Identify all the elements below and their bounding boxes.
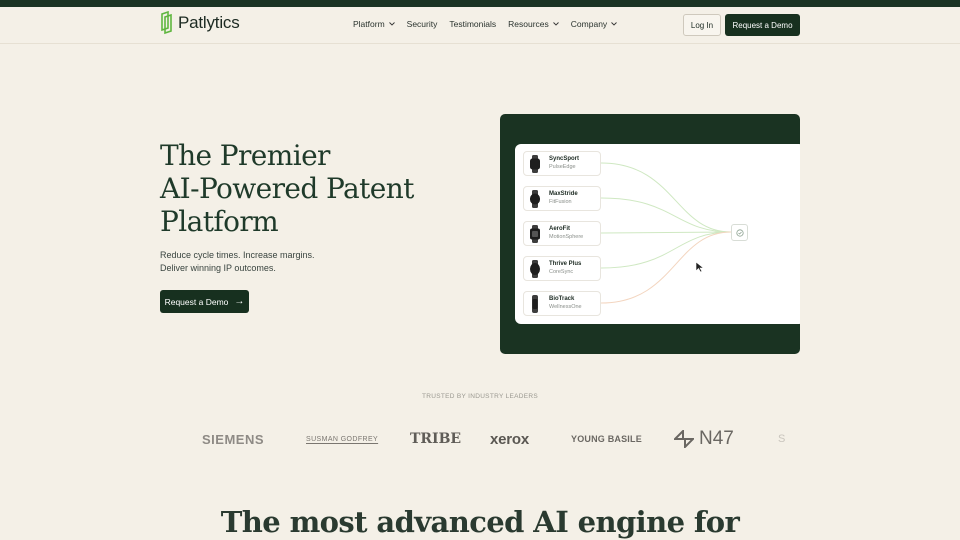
site-header: Patlytics Platform Security Testimonials… [0, 7, 960, 44]
check-circle-icon [735, 228, 744, 237]
product-item[interactable]: MaxStride FitFusion [523, 186, 601, 211]
nav-item-platform[interactable]: Platform [353, 19, 395, 29]
logo-n47: N47 [674, 425, 734, 453]
nav-item-label: Platform [353, 19, 385, 29]
connection-line [600, 197, 732, 233]
hero-title-line: AI-Powered Patent [160, 172, 414, 205]
mouse-cursor-icon [695, 261, 705, 273]
product-brand: FitFusion [549, 199, 572, 205]
logo-partial: S [778, 433, 786, 445]
connection-line [600, 231, 732, 234]
hero-subtitle-line: Reduce cycle times. Increase margins. [160, 250, 315, 260]
logo-xerox: xerox [490, 430, 530, 448]
brand-name: Patlytics [178, 13, 240, 32]
analysis-hub[interactable] [731, 224, 748, 241]
product-name: MaxStride [549, 191, 578, 197]
product-name: SyncSport [549, 156, 580, 162]
nav-item-label: Security [406, 19, 438, 29]
connection-line [600, 162, 732, 233]
patlytics-logo-icon [161, 11, 172, 35]
product-brand: MotionSphere [549, 234, 584, 240]
product-name: AeroFit [549, 226, 570, 232]
main-menu: Platform Security Testimonials Resources… [353, 19, 629, 29]
product-brand: PulseEdge [549, 164, 576, 170]
product-item[interactable]: AeroFit MotionSphere [523, 221, 601, 246]
product-name: Thrive Plus [549, 261, 582, 267]
n47-mark-icon [674, 430, 694, 448]
hero-title: The Premier AI-Powered Patent Platform [160, 139, 414, 238]
smartwatch-icon [530, 224, 540, 243]
customer-logo-strip: SIEMENS SUSMAN GODFREY TRIBE xerox YOUNG… [0, 425, 960, 453]
hero-subtitle-line: Deliver winning IP outcomes. [160, 262, 276, 273]
nav-item-resources[interactable]: Resources [508, 19, 559, 29]
hero-subtitle: Reduce cycle times. Increase margins. De… [160, 249, 315, 274]
nav-item-label: Testimonials [449, 19, 497, 29]
product-visual-panel: SyncSport PulseEdge MaxStride FitFusion … [500, 114, 800, 354]
product-brand: CoreSync [549, 269, 574, 275]
nav-item-security[interactable]: Security [407, 19, 438, 29]
nav-item-testimonials[interactable]: Testimonials [449, 19, 496, 29]
smartwatch-icon [530, 189, 540, 208]
product-mapping-card: SyncSport PulseEdge MaxStride FitFusion … [515, 144, 800, 324]
brand-logo[interactable]: Patlytics [160, 11, 240, 35]
nav-item-label: Company [570, 19, 608, 29]
chevron-down-icon [552, 22, 559, 26]
trusted-by-label: TRUSTED BY INDUSTRY LEADERS [421, 393, 539, 400]
product-name: BioTrack [549, 296, 575, 302]
logo-n47-text: N47 [699, 428, 734, 449]
logo-susman-godfrey: SUSMAN GODFREY [306, 435, 379, 443]
logo-siemens: SIEMENS [202, 431, 265, 447]
nav-item-label: Resources [508, 19, 549, 29]
hero-title-line: Platform [160, 205, 279, 238]
connection-line [600, 231, 732, 269]
hero-cta-label: Request a Demo [164, 296, 229, 307]
arrow-right-icon: → [234, 296, 245, 307]
smartwatch-icon [530, 259, 540, 278]
hero-request-demo-button[interactable]: Request a Demo → [160, 290, 249, 313]
top-announcement-bar [0, 0, 960, 7]
hero-title-line: The Premier [160, 139, 330, 172]
login-button[interactable]: Log In [683, 14, 721, 36]
request-demo-nav-button[interactable]: Request a Demo [725, 14, 800, 36]
nav-item-company[interactable]: Company [570, 19, 618, 29]
chevron-down-icon [611, 22, 618, 26]
smartwatch-icon [530, 154, 540, 173]
logo-tribe: TRIBE [410, 431, 462, 447]
chevron-down-icon [388, 22, 395, 26]
product-brand: WellnessOne [549, 304, 582, 310]
product-item[interactable]: SyncSport PulseEdge [523, 151, 601, 176]
fitness-band-icon [532, 294, 538, 313]
logo-young-basile: YOUNG BASILE [571, 434, 642, 444]
section-title: The most advanced AI engine for [220, 505, 740, 539]
product-item[interactable]: Thrive Plus CoreSync [523, 256, 601, 281]
product-item[interactable]: BioTrack WellnessOne [523, 291, 601, 316]
